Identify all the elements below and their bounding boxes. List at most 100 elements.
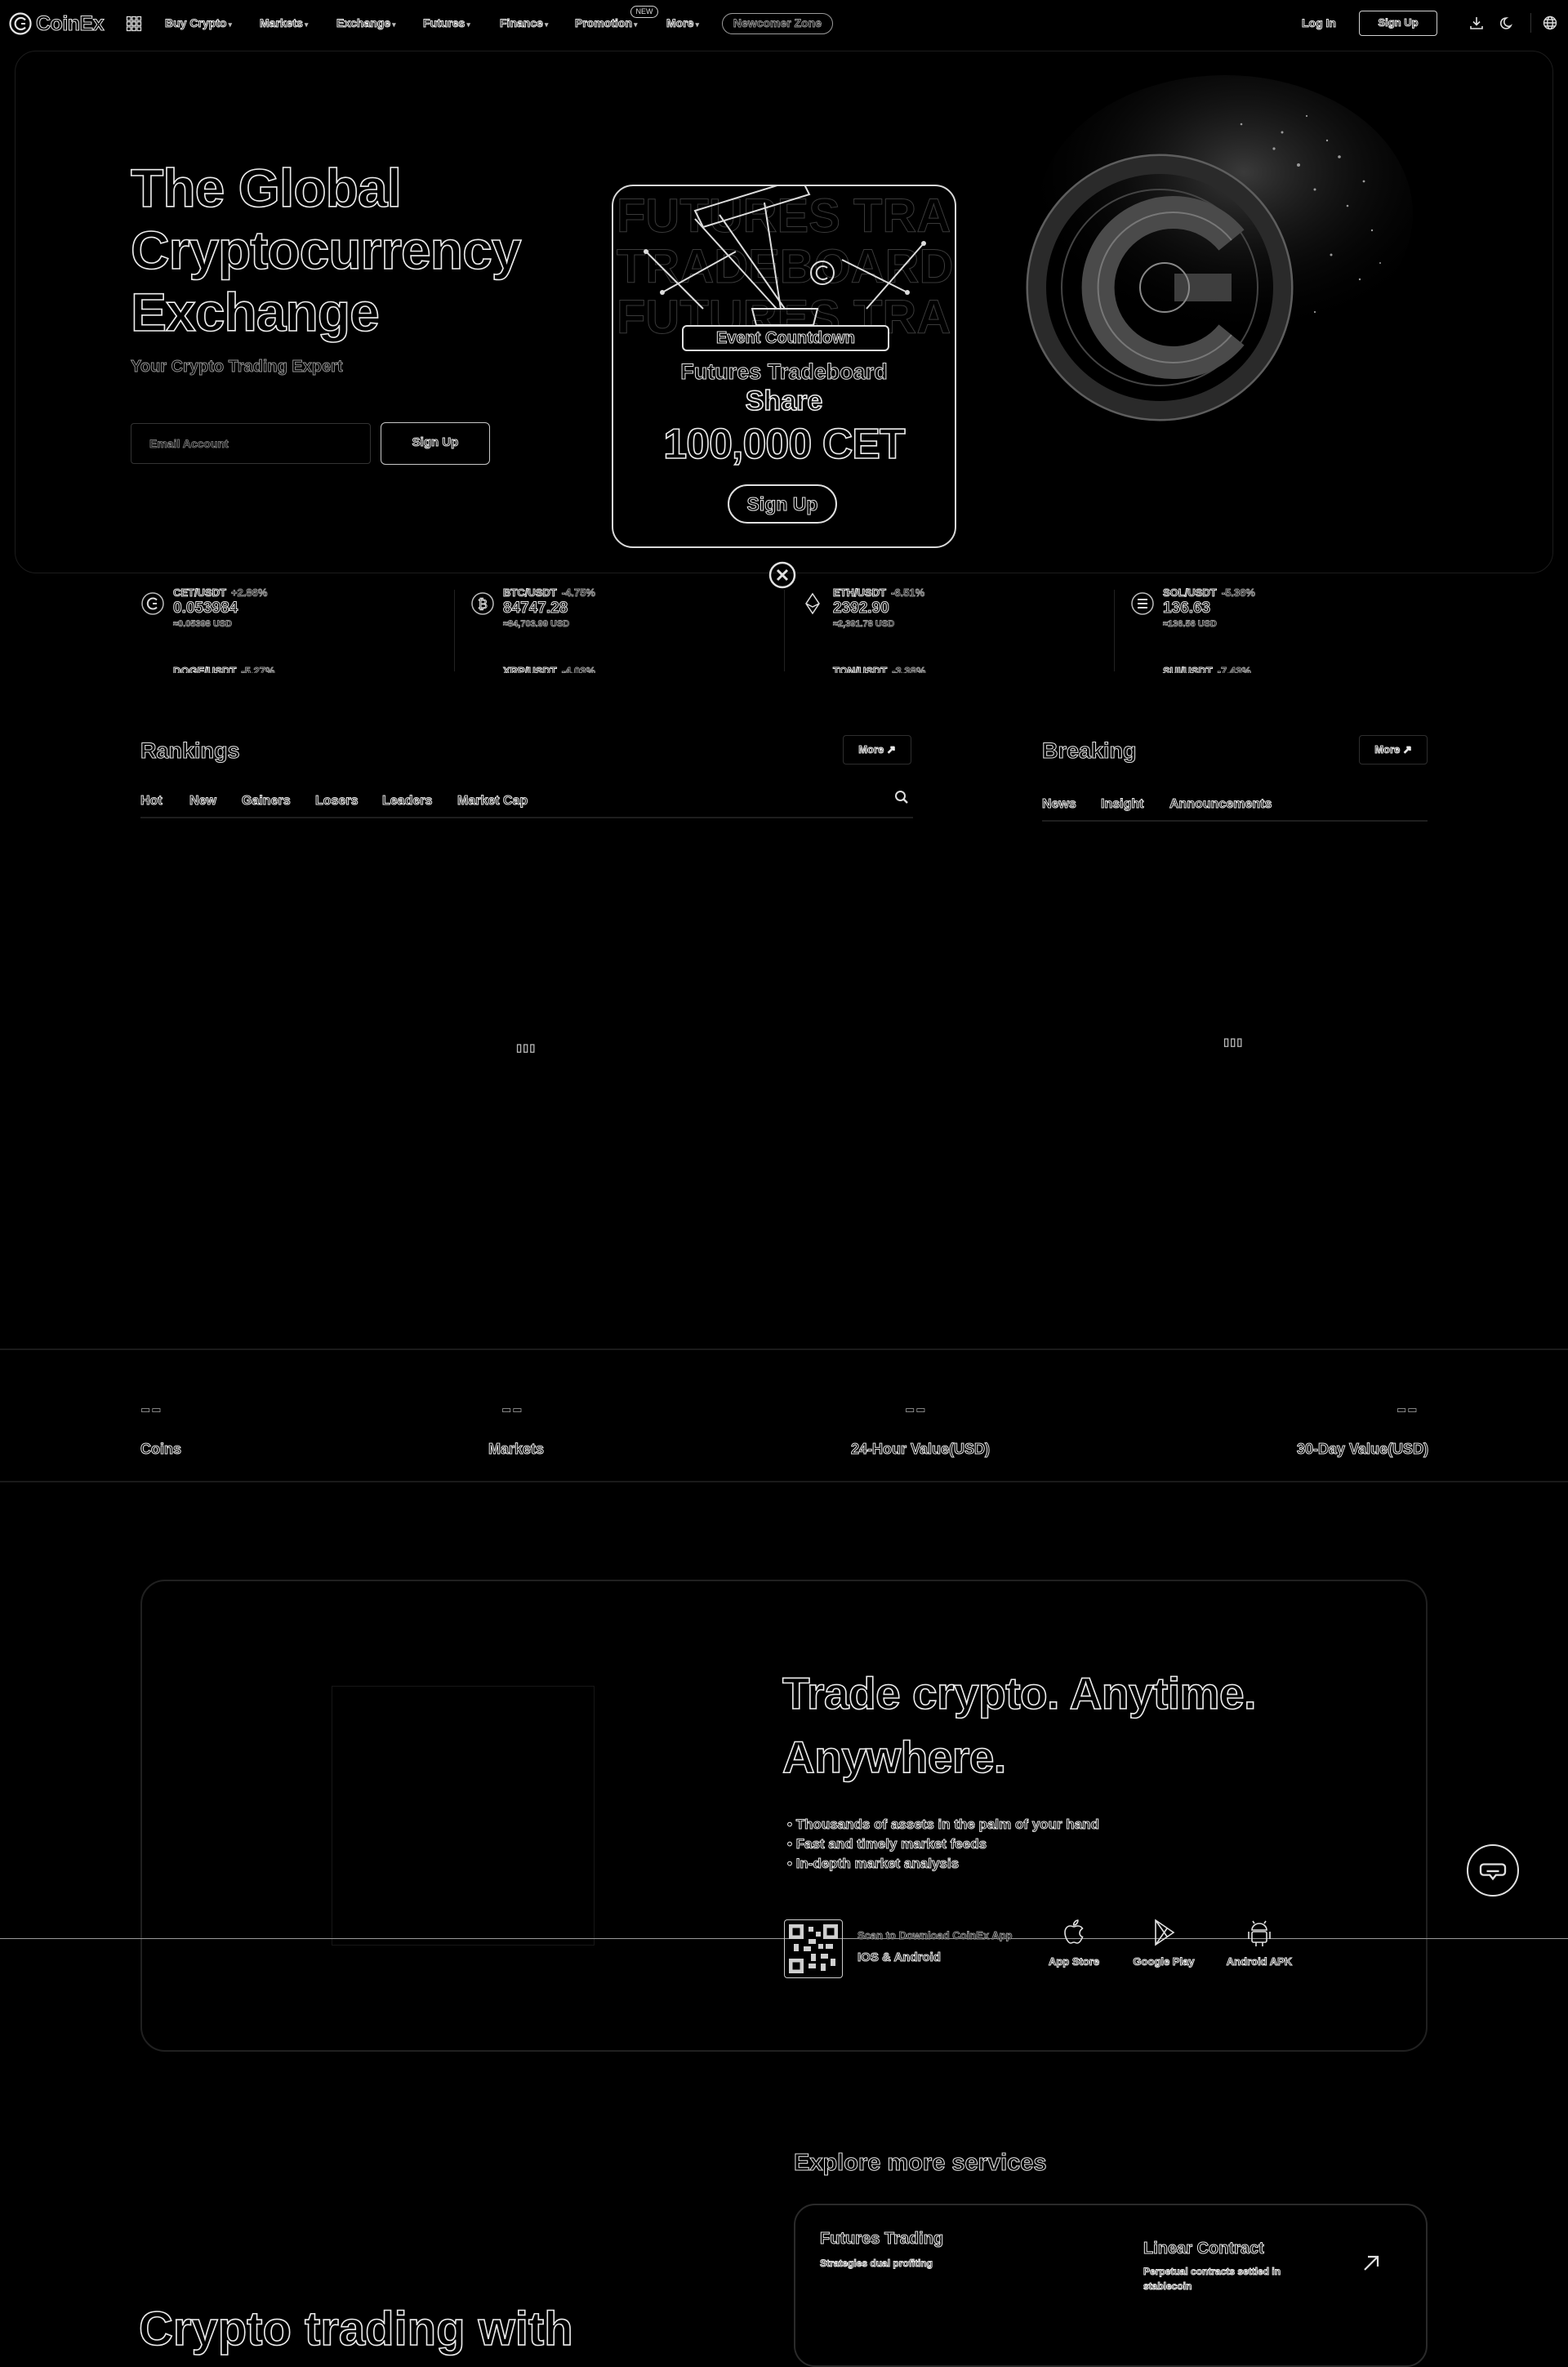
nav-more[interactable]: More ▾	[666, 16, 699, 30]
stat-24h-value: ▭▭	[905, 1403, 927, 1415]
chevron-down-icon: ▾	[392, 20, 396, 29]
ticker-pair: TON/USDT -3.38%	[832, 665, 926, 674]
ticker-pair-name: XRP/USDT	[503, 665, 558, 674]
ticker-pair: SUI/USDT -7.43%	[1163, 665, 1252, 674]
service-linear-desc: Perpetual contracts settled in stablecoi…	[1143, 2264, 1281, 2293]
app-phone-image	[332, 1686, 595, 1946]
ticker-divider	[784, 590, 785, 671]
ticker-card[interactable]: DOGE/USDT -5.27%	[140, 665, 385, 674]
tab-hot[interactable]: Hot	[140, 794, 163, 809]
brand-logo[interactable]: CoinEx	[8, 11, 105, 36]
signup-button[interactable]: Sign Up	[1359, 11, 1437, 36]
coinex-logo-icon	[9, 12, 32, 35]
app-title-line: Anywhere.	[782, 1731, 1007, 1783]
ticker-pair-name: ETH/USDT	[833, 586, 887, 600]
nav-finance[interactable]: Finance ▾	[500, 16, 549, 30]
ticker-card[interactable]: SUI/USDT -7.43%	[1130, 665, 1375, 674]
ticker-usd: ≈2,391.78 USD	[833, 619, 895, 630]
nav-buy-crypto-label: Buy Crypto	[164, 16, 227, 30]
search-icon[interactable]	[893, 789, 910, 805]
email-input[interactable]	[131, 423, 371, 464]
rankings-loading: ▯▯▯	[516, 1041, 537, 1054]
chat-icon	[1479, 1863, 1507, 1881]
ticker-card[interactable]: SOL/USDT -5.36% 136.63 ≈136.56 USD	[1130, 586, 1375, 635]
nav-exchange-label: Exchange	[336, 16, 391, 30]
tab-insight[interactable]: Insight	[1100, 797, 1143, 812]
nav-promotion[interactable]: Promotion ▾	[575, 16, 638, 30]
tab-leaders[interactable]: Leaders	[381, 794, 432, 809]
ticker-card[interactable]: XRP/USDT -4.03%	[470, 665, 715, 674]
apps-grid-icon[interactable]	[126, 16, 142, 32]
nav-divider	[1530, 13, 1531, 33]
ticker-card[interactable]: TON/USDT -3.38%	[800, 665, 1045, 674]
app-feature-item: In-depth market analysis	[787, 1854, 1099, 1874]
hero-title-line: The Global	[130, 157, 403, 219]
globe-language-icon[interactable]	[1542, 15, 1558, 31]
support-chat-button[interactable]	[1467, 1844, 1519, 1897]
ticker-card[interactable]: ETH/USDT -6.51% 2392.90 ≈2,391.78 USD	[800, 586, 1045, 635]
ticker-change: -3.38%	[892, 665, 926, 673]
service-linear-title: Linear Contract	[1143, 2240, 1265, 2258]
ticker-price: 136.63	[1162, 600, 1211, 617]
stat-30d-value: ▭▭	[1396, 1403, 1419, 1415]
bottom-section-heading: Crypto trading with	[138, 2302, 573, 2356]
ticker-change: +2.86%	[231, 586, 268, 599]
tab-announcements[interactable]: Announcements	[1169, 797, 1272, 812]
google-play-icon	[1155, 1919, 1175, 1946]
ticker-card[interactable]: CET/USDT +2.86% 0.053984 ≈0.05398 USD	[140, 586, 385, 635]
ticker-pair-name: SUI/USDT	[1163, 665, 1214, 674]
new-badge: NEW	[630, 6, 658, 18]
stat-coins-value: ▭▭	[140, 1403, 163, 1415]
rankings-more-button[interactable]: More ↗	[843, 735, 911, 764]
app-store-link[interactable]: App Store	[1044, 1915, 1104, 1968]
breaking-more-button[interactable]: More ↗	[1359, 735, 1428, 764]
newcomer-zone-button[interactable]: Newcomer Zone	[722, 13, 833, 34]
stat-markets-label: Markets	[488, 1441, 545, 1458]
chevron-down-icon: ▾	[544, 20, 549, 29]
app-feature-list: Thousands of assets in the palm of your …	[787, 1815, 1099, 1874]
tab-market-cap[interactable]: Market Cap	[457, 794, 528, 809]
google-play-link[interactable]: Google Play	[1125, 1915, 1202, 1968]
stat-markets-value: ▭▭	[501, 1403, 523, 1415]
app-title-line: Trade crypto. Anytime.	[782, 1667, 1257, 1719]
service-card[interactable]	[794, 2204, 1428, 2367]
android-apk-link[interactable]: Android APK	[1220, 1915, 1298, 1968]
tab-new[interactable]: New	[189, 794, 217, 809]
chevron-down-icon: ▾	[634, 20, 638, 29]
promo-prize-amount: 100,000 CET	[662, 420, 906, 469]
app-feature-item: Fast and timely market feeds	[787, 1834, 1099, 1854]
ticker-usd: ≈136.56 USD	[1163, 619, 1218, 630]
arrow-up-right-icon[interactable]	[1359, 2251, 1383, 2276]
nav-futures-label: Futures	[422, 16, 466, 30]
nav-buy-crypto[interactable]: Buy Crypto ▾	[164, 16, 231, 30]
ticker-pair-name: BTC/USDT	[503, 586, 558, 600]
hero-signup-button[interactable]: Sign Up	[381, 422, 490, 465]
download-icon[interactable]	[1468, 15, 1485, 31]
close-icon[interactable]	[768, 560, 797, 590]
ticker-price: 2392.90	[833, 600, 890, 617]
chevron-down-icon: ▾	[695, 20, 699, 29]
ticker-change: -7.43%	[1217, 665, 1251, 673]
login-link[interactable]: Log In	[1302, 16, 1337, 30]
ticker-card[interactable]: ₿ BTC/USDT -4.75% 84747.28 ≈84,703.99 USD	[470, 586, 715, 635]
chevron-down-icon: ▾	[304, 20, 309, 29]
nav-markets[interactable]: Markets ▾	[260, 16, 309, 30]
tab-losers[interactable]: Losers	[314, 794, 358, 809]
nav-markets-label: Markets	[260, 16, 304, 30]
hero-title-line: Exchange	[130, 281, 380, 343]
nav-exchange[interactable]: Exchange ▾	[336, 16, 396, 30]
nav-futures[interactable]: Futures ▾	[422, 16, 470, 30]
promo-popup[interactable]: FUTURES TRA TRADEBOARD FUTURES TRA Event…	[612, 185, 956, 548]
tab-news[interactable]: News	[1042, 797, 1077, 812]
dark-mode-moon-icon[interactable]	[1499, 15, 1516, 31]
stat-30d-label: 30-Day Value(USD)	[1296, 1441, 1429, 1458]
app-feature-item: Thousands of assets in the palm of your …	[787, 1815, 1099, 1834]
rankings-tab-underline	[140, 817, 913, 818]
tab-gainers[interactable]: Gainers	[242, 794, 292, 809]
app-store-label: App Store	[1048, 1955, 1100, 1968]
breaking-tab-underline	[1042, 820, 1428, 822]
solana-icon	[1131, 592, 1154, 615]
promo-signup-button[interactable]: Sign Up	[728, 484, 837, 524]
promo-line-1: Futures Tradeboard	[680, 359, 889, 385]
bitcoin-icon: ₿	[471, 592, 494, 615]
